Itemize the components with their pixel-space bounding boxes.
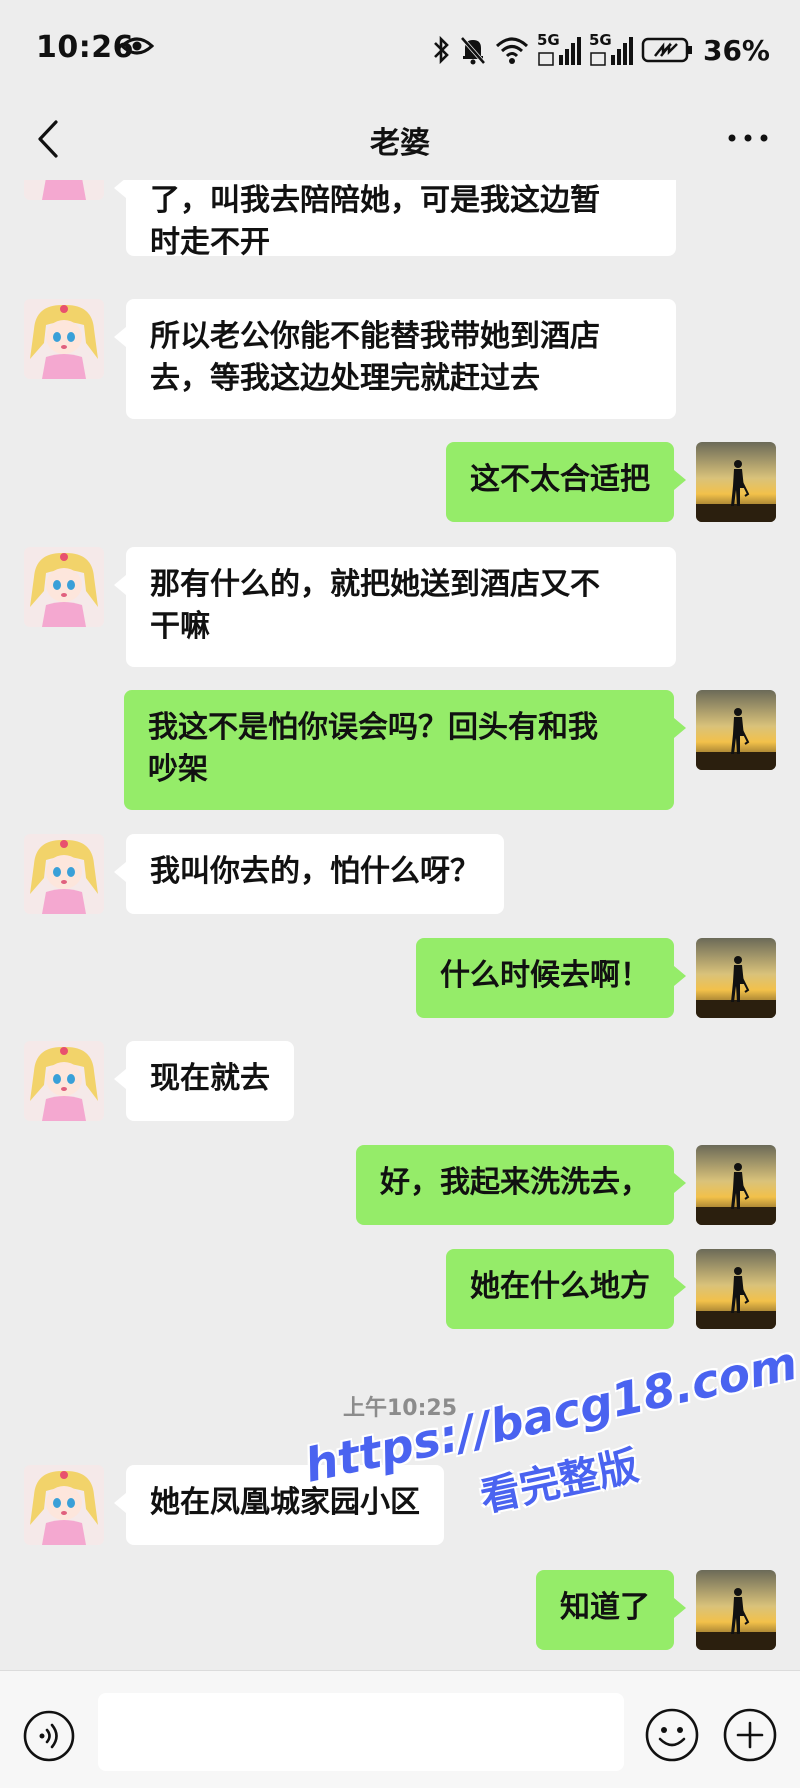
emoji-icon[interactable] xyxy=(644,1707,700,1763)
more-dots-icon[interactable] xyxy=(724,118,772,158)
message-row: 她在什么地方 xyxy=(0,1249,800,1329)
message-list[interactable]: 了，叫我去陪陪她，可是我这边暂 时走不开 所以老公你能不能替我带她到酒店 去，等… xyxy=(0,180,800,1670)
bell-off-icon xyxy=(460,36,486,65)
status-icons: 5G 5G 36% xyxy=(431,30,770,70)
signal-bars-icon xyxy=(590,37,633,66)
message-bubble-outgoing[interactable]: 这不太合适把 xyxy=(446,442,686,522)
user-avatar[interactable] xyxy=(696,690,776,770)
user-avatar[interactable] xyxy=(696,1249,776,1329)
voice-icon[interactable] xyxy=(22,1709,76,1763)
message-bubble-outgoing[interactable]: 什么时候去啊！ xyxy=(416,938,686,1018)
message-row: 什么时候去啊！ xyxy=(0,938,800,1018)
message-row: 我叫你去的，怕什么呀？ xyxy=(0,834,800,914)
message-row: 她在凤凰城家园小区 xyxy=(0,1465,800,1545)
message-bubble-outgoing[interactable]: 她在什么地方 xyxy=(446,1249,686,1329)
eye-icon xyxy=(120,37,154,55)
chat-title: 老婆 xyxy=(370,126,430,161)
contact-avatar[interactable] xyxy=(24,547,104,627)
battery-icon xyxy=(641,37,692,63)
message-row: 这不太合适把 xyxy=(0,442,800,524)
message-bubble-incoming[interactable]: 那有什么的，就把她送到酒店又不 干嘛 xyxy=(114,547,676,667)
message-bubble-outgoing[interactable]: 知道了 xyxy=(536,1570,686,1650)
message-bubble-incoming[interactable]: 了，叫我去陪陪她，可是我这边暂 时走不开 xyxy=(114,180,676,260)
contact-avatar[interactable] xyxy=(24,1041,104,1121)
message-input[interactable] xyxy=(98,1693,624,1771)
contact-avatar[interactable] xyxy=(24,1465,104,1545)
status-bar: 10:26 5G 5G 36% xyxy=(0,0,800,100)
user-avatar[interactable] xyxy=(696,938,776,1018)
message-row: 了，叫我去陪陪她，可是我这边暂 时走不开 xyxy=(0,180,800,260)
message-bubble-incoming[interactable]: 现在就去 xyxy=(114,1041,294,1121)
signal-2: 5G xyxy=(589,31,633,67)
user-avatar[interactable] xyxy=(696,442,776,522)
user-avatar[interactable] xyxy=(696,1570,776,1650)
message-bubble-outgoing[interactable]: 好，我起来洗洗去， xyxy=(356,1145,686,1225)
chat-header: 老婆 xyxy=(0,100,800,180)
message-row: 所以老公你能不能替我带她到酒店 去，等我这边处理完就赶过去 xyxy=(0,299,800,419)
plus-icon[interactable] xyxy=(722,1707,778,1763)
contact-avatar[interactable] xyxy=(24,834,104,914)
signal-1: 5G xyxy=(537,31,581,67)
contact-avatar[interactable] xyxy=(24,299,104,379)
message-bubble-incoming[interactable]: 她在凤凰城家园小区 xyxy=(114,1465,444,1545)
wifi-icon xyxy=(495,37,528,64)
message-row: 那有什么的，就把她送到酒店又不 干嘛 xyxy=(0,547,800,667)
message-bubble-incoming[interactable]: 所以老公你能不能替我带她到酒店 去，等我这边处理完就赶过去 xyxy=(114,299,676,419)
user-avatar[interactable] xyxy=(696,1145,776,1225)
message-bubble-outgoing[interactable]: 我这不是怕你误会吗？回头有和我 吵架 xyxy=(124,690,686,810)
battery-percent: 36% xyxy=(702,33,770,67)
message-row: 现在就去 xyxy=(0,1041,800,1121)
message-row: 我这不是怕你误会吗？回头有和我 吵架 xyxy=(0,690,800,810)
message-row: 好，我起来洗洗去， xyxy=(0,1145,800,1225)
signal-bars-icon xyxy=(538,37,581,66)
message-bubble-incoming[interactable]: 我叫你去的，怕什么呀？ xyxy=(114,834,504,914)
input-bar xyxy=(0,1670,800,1788)
bluetooth-icon xyxy=(434,35,449,65)
message-row: 知道了 xyxy=(0,1570,800,1650)
message-timestamp: 上午10:25 xyxy=(342,1396,458,1421)
